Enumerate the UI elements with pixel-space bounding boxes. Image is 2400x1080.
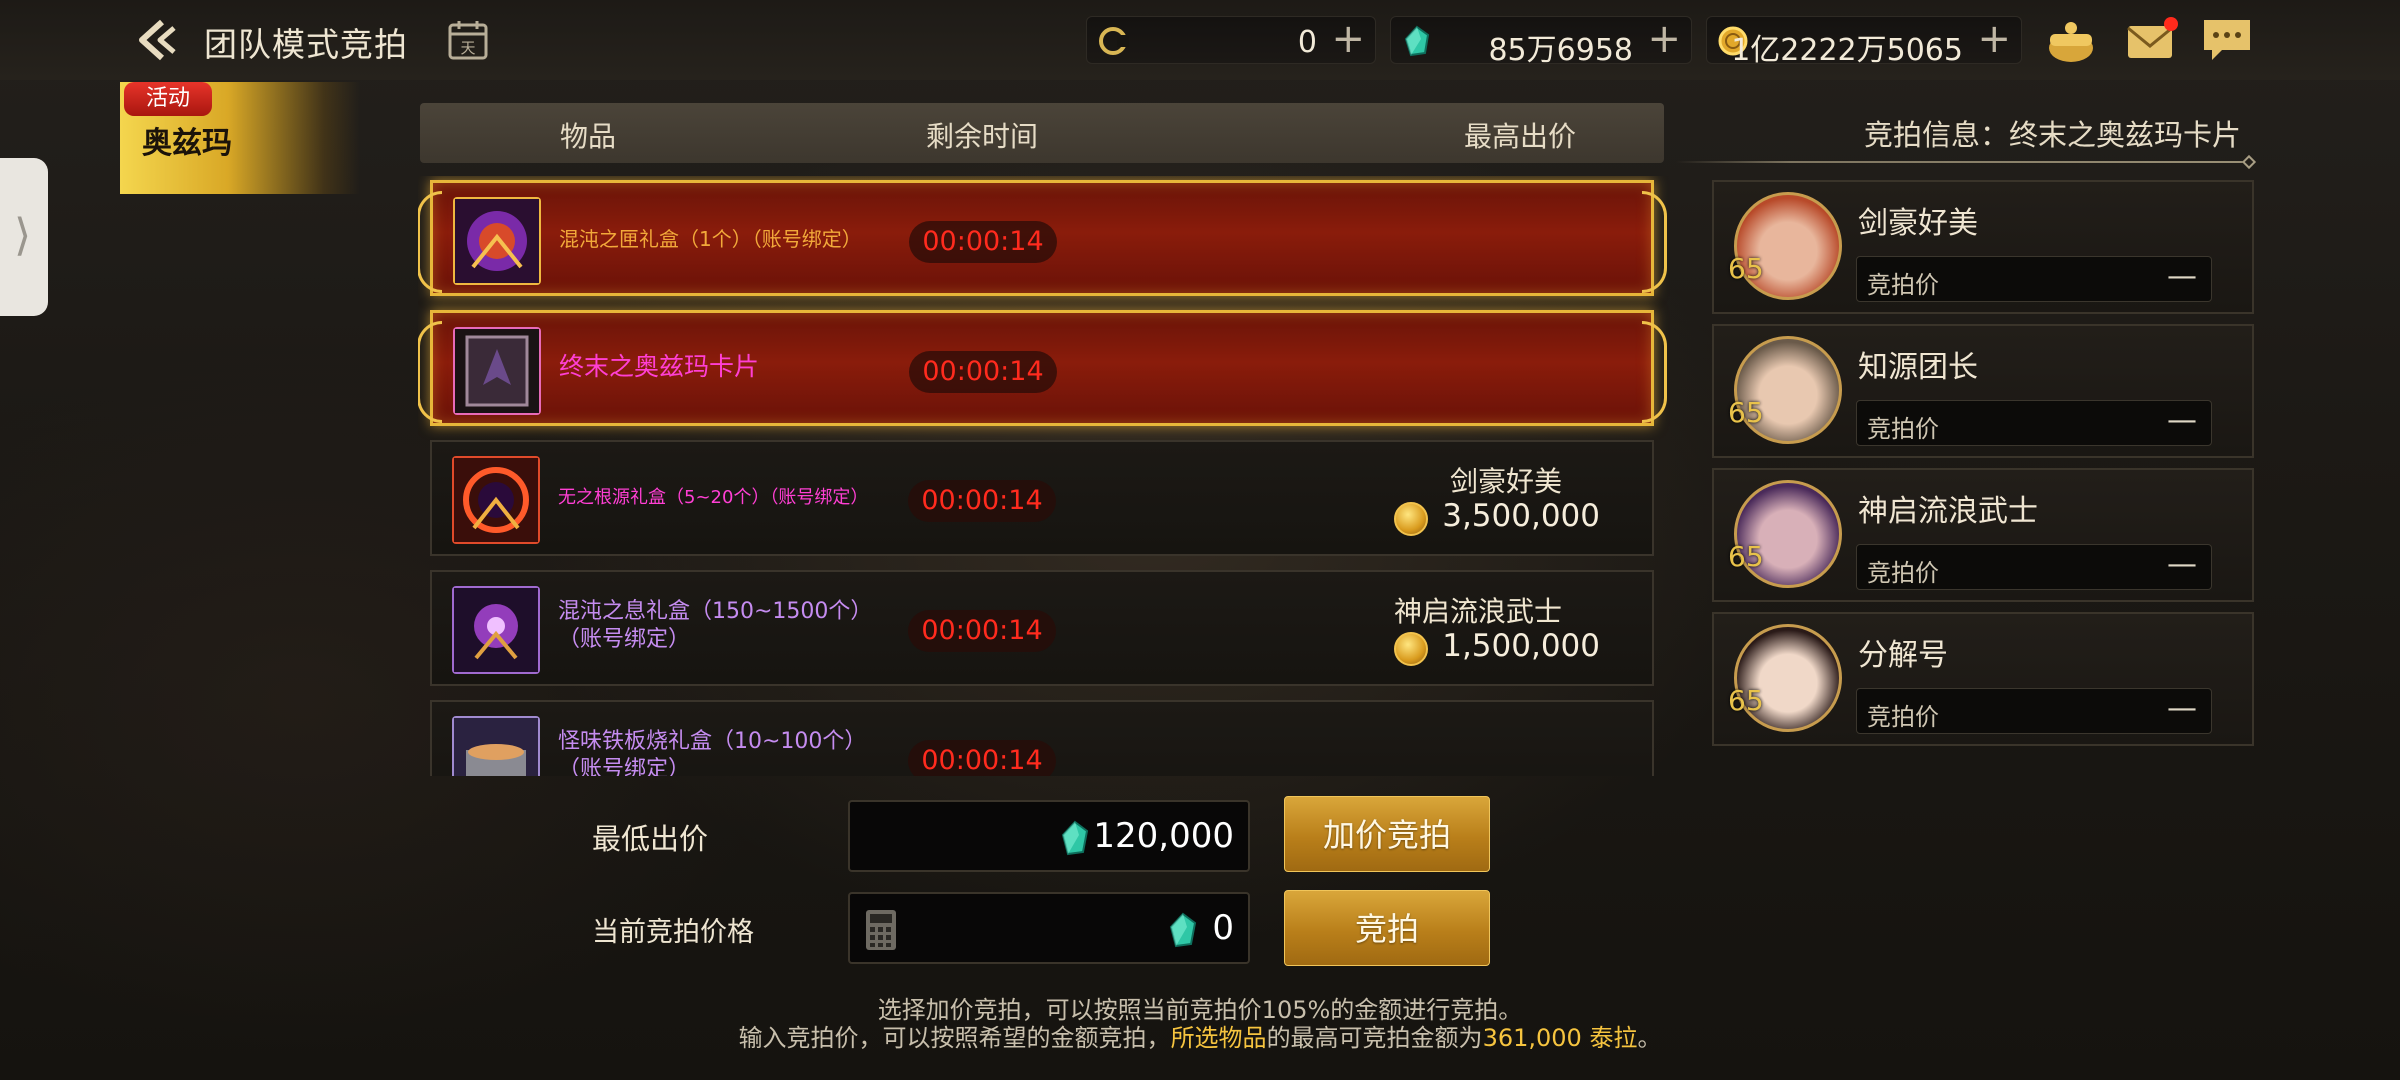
- bid-price-field: 竞拍价 —: [1856, 400, 2212, 446]
- item-list[interactable]: 混沌之匣礼盒（1个）（账号绑定） 00:00:14 终末之奥兹玛卡片 00:00…: [418, 176, 1670, 776]
- gem-value: 85万6958: [1488, 33, 1633, 68]
- bid-price-label: 竞拍价: [1867, 703, 1939, 731]
- bid-price-label: 竞拍价: [1867, 559, 1939, 587]
- notice-text: 输入竞拍价，可以按照希望的金额竞拍，: [738, 1024, 1171, 1052]
- gem-balance: 85万6958 +: [1390, 16, 1692, 68]
- current-bid-value[interactable]: 0: [1212, 908, 1234, 948]
- notice-highlight-amount: 361,000 泰拉: [1482, 1024, 1638, 1052]
- divider: [1676, 161, 2252, 163]
- item-name: 无之根源礼盒（5~20个）（账号绑定）: [558, 487, 869, 508]
- add-gem-button[interactable]: +: [1647, 19, 1681, 59]
- chaos-box-icon: [453, 197, 541, 285]
- raise-bid-button[interactable]: 加价竞拍: [1284, 796, 1490, 872]
- add-moon-coin-button[interactable]: +: [1331, 19, 1365, 59]
- notice-line-2: 输入竞拍价，可以按照希望的金额竞拍，所选物品的最高可竞拍金额为361,000 泰…: [600, 1018, 1800, 1053]
- min-bid-field: 120,000: [848, 800, 1250, 872]
- bidder-card: 65 知源团长 竞拍价 —: [1712, 324, 2254, 458]
- bidder-name: 剑豪好美: [1858, 206, 1978, 241]
- remaining-time: 00:00:14: [908, 610, 1056, 652]
- header-highest-bid: 最高出价: [1464, 120, 1577, 153]
- bidder-card: 65 剑豪好美 竞拍价 —: [1712, 180, 2254, 314]
- min-bid-value: 120,000: [1093, 816, 1234, 856]
- bid-price-field: 竞拍价 —: [1856, 688, 2212, 734]
- bidder-card: 65 神启流浪武士 竞拍价 —: [1712, 468, 2254, 602]
- gold-value: 1亿2222万5065: [1731, 33, 1963, 68]
- level-badge: 65: [1728, 540, 1764, 573]
- remaining-time: 00:00:14: [908, 480, 1056, 522]
- header-remaining-time: 剩余时间: [926, 120, 1039, 153]
- current-bid-label: 当前竞拍价格: [592, 917, 754, 948]
- bid-price-label: 竞拍价: [1867, 415, 1939, 443]
- auction-info-title: 竞拍信息：终末之奥兹玛卡片: [1864, 118, 2242, 152]
- item-list-header: 物品 剩余时间 最高出价: [420, 103, 1664, 163]
- item-name: 混沌之息礼盒（150~1500个）（账号绑定）: [558, 599, 873, 652]
- notice-text: 。: [1637, 1024, 1662, 1052]
- mail-icon[interactable]: [2124, 14, 2178, 66]
- current-bid-input[interactable]: 0: [848, 892, 1250, 964]
- bid-price-value: —: [2167, 259, 2197, 294]
- list-item[interactable]: 无之根源礼盒（5~20个）（账号绑定） 00:00:14 剑豪好美 3,500,…: [430, 440, 1654, 556]
- gold-balance: 1亿2222万5065 +: [1706, 16, 2022, 68]
- svg-text:天: 天: [460, 39, 475, 57]
- bid-button[interactable]: 竞拍: [1284, 890, 1490, 966]
- side-drawer-handle[interactable]: ⟩: [0, 158, 48, 316]
- header-item: 物品: [560, 120, 617, 153]
- list-item[interactable]: 终末之奥兹玛卡片 00:00:14: [418, 310, 1667, 426]
- bid-price-field: 竞拍价 —: [1856, 544, 2212, 590]
- bid-price-value: —: [2167, 403, 2197, 438]
- gold-coin-icon: [1394, 502, 1428, 536]
- remaining-time: 00:00:14: [909, 351, 1057, 393]
- bidder-name: 知源团长: [1858, 350, 1978, 385]
- green-gem-icon: [1169, 912, 1197, 948]
- bid-price-label: 竞拍价: [1867, 271, 1939, 299]
- bid-price-field: 竞拍价 —: [1856, 256, 2212, 302]
- chevron-right-icon: ⟩: [14, 210, 32, 261]
- level-badge: 65: [1728, 252, 1764, 285]
- notice-text: 的最高可竞拍金额为: [1266, 1024, 1483, 1052]
- back-arrow-icon[interactable]: [132, 16, 188, 64]
- bid-price-value: —: [2167, 547, 2197, 582]
- chat-icon[interactable]: [2200, 14, 2254, 66]
- highest-bidder: 神启流浪武士: [1393, 595, 1562, 628]
- highest-bid-amount: 3,500,000: [1442, 498, 1600, 534]
- page-title: 团队模式竞拍: [204, 25, 408, 64]
- list-item[interactable]: 混沌之息礼盒（150~1500个）（账号绑定） 00:00:14 神启流浪武士 …: [430, 570, 1654, 686]
- item-name: 终末之奥兹玛卡片: [559, 352, 760, 381]
- notice-highlight-item: 所选物品: [1170, 1024, 1267, 1052]
- highest-bid-amount: 1,500,000: [1442, 628, 1600, 664]
- green-gem-icon: [1404, 25, 1430, 57]
- moon-coin-value: 0: [1297, 25, 1317, 60]
- remaining-time: 00:00:14: [909, 221, 1057, 263]
- moon-coin-balance: 0 +: [1086, 16, 1376, 64]
- level-badge: 65: [1728, 684, 1764, 717]
- treasure-pot-icon[interactable]: [2044, 14, 2098, 66]
- bid-price-value: —: [2167, 691, 2197, 726]
- level-badge: 65: [1728, 396, 1764, 429]
- event-name: 奥兹玛: [142, 126, 232, 161]
- highest-bidder: 剑豪好美: [1449, 465, 1562, 498]
- add-gold-button[interactable]: +: [1977, 19, 2011, 59]
- teppanyaki-box-icon: [452, 716, 540, 776]
- item-name: 怪味铁板烧礼盒（10~100个）（账号绑定）: [558, 729, 867, 776]
- list-item[interactable]: 混沌之匣礼盒（1个）（账号绑定） 00:00:14: [418, 180, 1667, 296]
- event-badge: 活动: [124, 82, 212, 116]
- divider-ornament: [2241, 154, 2257, 170]
- calendar-icon[interactable]: 天: [446, 18, 490, 62]
- green-gem-icon: [1061, 820, 1089, 856]
- gold-coin-icon: [1394, 632, 1428, 666]
- chaos-breath-box-icon: [452, 586, 540, 674]
- bidder-name: 神启流浪武士: [1858, 494, 2038, 529]
- bidder-name: 分解号: [1858, 638, 1948, 673]
- calculator-icon[interactable]: [864, 908, 898, 952]
- bidder-card: 65 分解号 竞拍价 —: [1712, 612, 2254, 746]
- min-bid-label: 最低出价: [592, 822, 709, 856]
- list-item[interactable]: 怪味铁板烧礼盒（10~100个）（账号绑定） 00:00:14: [430, 700, 1654, 776]
- item-name: 混沌之匣礼盒（1个）（账号绑定）: [559, 227, 862, 251]
- void-origin-box-icon: [452, 456, 540, 544]
- ozma-card-icon: [453, 327, 541, 415]
- remaining-time: 00:00:14: [908, 740, 1056, 776]
- moon-coin-icon: [1099, 27, 1129, 55]
